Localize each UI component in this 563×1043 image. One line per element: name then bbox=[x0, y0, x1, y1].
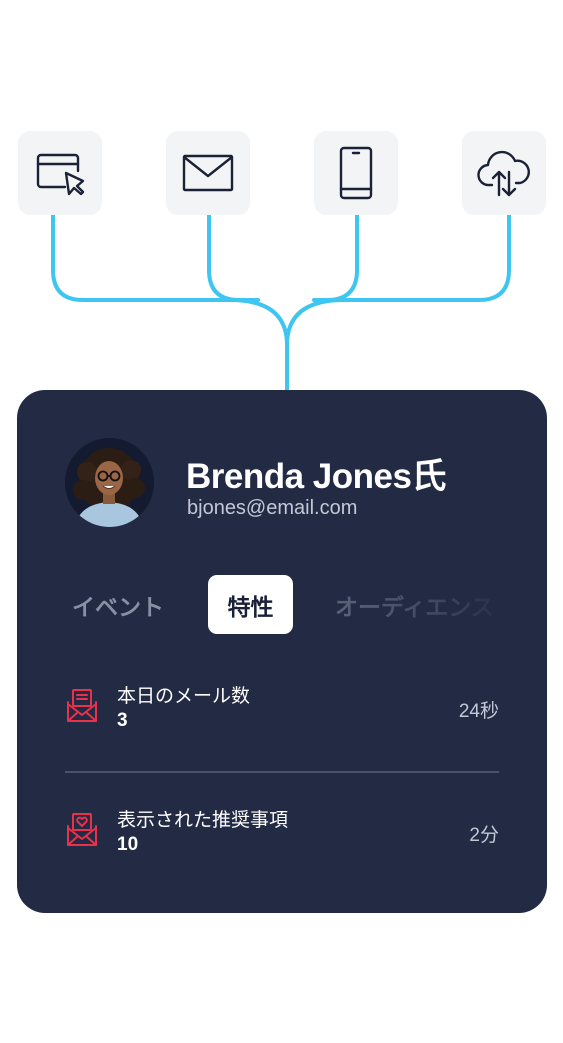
trait-row: 表示された推奨事項 10 2分 bbox=[65, 800, 499, 860]
trait-row: 本日のメール数 3 24秒 bbox=[65, 676, 499, 736]
profile-card: Brenda Jones氏 bjones@email.com イベント 特性 オ… bbox=[17, 390, 547, 913]
source-tile-web[interactable] bbox=[18, 131, 102, 215]
tab-events[interactable]: イベント bbox=[72, 575, 164, 634]
divider bbox=[65, 771, 499, 773]
tab-bar: イベント 特性 オーディエンス bbox=[17, 575, 547, 635]
email-document-icon bbox=[65, 688, 99, 724]
browser-cursor-icon bbox=[32, 145, 88, 201]
cloud-sync-icon bbox=[476, 145, 532, 201]
trait-label: 本日のメール数 bbox=[117, 686, 251, 707]
trait-value: 10 bbox=[117, 834, 139, 855]
source-tile-cloud[interactable] bbox=[462, 131, 546, 215]
avatar bbox=[65, 438, 154, 527]
envelope-icon bbox=[180, 145, 236, 201]
tab-audiences[interactable]: オーディエンス bbox=[335, 575, 515, 634]
profile-email: bjones@email.com bbox=[187, 497, 358, 519]
source-tile-email[interactable] bbox=[166, 131, 250, 215]
trait-timestamp: 2分 bbox=[469, 825, 499, 846]
smartphone-icon bbox=[328, 145, 384, 201]
source-tile-mobile[interactable] bbox=[314, 131, 398, 215]
trait-value: 3 bbox=[117, 710, 128, 731]
email-heart-icon bbox=[65, 812, 99, 848]
trait-timestamp: 24秒 bbox=[458, 701, 499, 722]
trait-label: 表示された推奨事項 bbox=[117, 810, 289, 831]
tab-traits[interactable]: 特性 bbox=[208, 575, 293, 634]
profile-name: Brenda Jones氏 bbox=[186, 457, 446, 496]
